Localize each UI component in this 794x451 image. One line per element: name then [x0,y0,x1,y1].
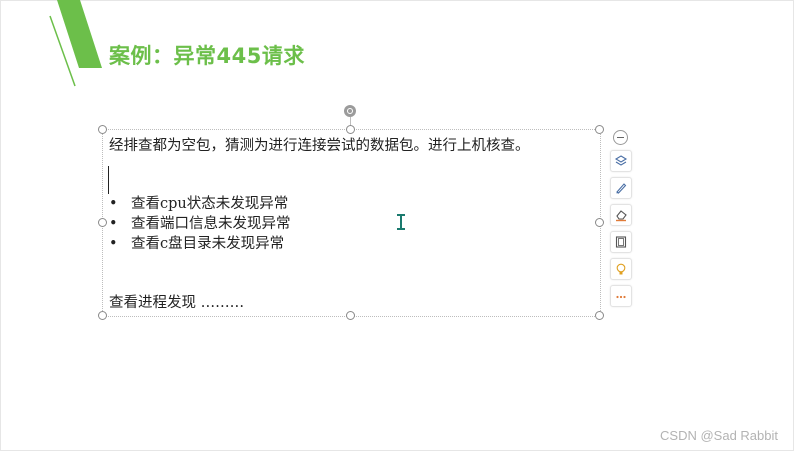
bullet-text: 查看端口信息未发现异常 [131,216,291,232]
layers-icon [614,155,628,166]
bullet-text: 查看c盘目录未发现异常 [131,236,285,252]
slide-canvas: 案例：异常445请求 经排查都为空包，猜测为进行连接尝试的数据包。进行上机核查。… [0,0,794,451]
frame-icon [615,236,627,248]
textbox-paragraph-1[interactable]: 经排查都为空包，猜测为进行连接尝试的数据包。进行上机核查。 [109,134,530,155]
bullet-item[interactable]: • 查看cpu状态未发现异常 [109,192,288,213]
eraser-icon [616,210,627,222]
pen-button[interactable] [610,177,632,199]
frame-button[interactable] [610,231,632,253]
slide-title: 案例：异常445请求 [109,44,305,68]
resize-handle-bottom-right[interactable] [595,311,604,320]
title-decoration [49,0,102,87]
text-caret [108,166,109,194]
more-button[interactable] [610,285,632,307]
bullet-symbol: • [109,196,118,212]
bullet-symbol: • [109,216,118,232]
watermark: CSDN @Sad Rabbit [660,428,778,443]
resize-handle-top-left[interactable] [98,125,107,134]
bullet-item[interactable]: • 查看c盘目录未发现异常 [109,232,284,253]
layers-button[interactable] [610,150,632,172]
bullet-item[interactable]: • 查看端口信息未发现异常 [109,212,291,233]
more-icon [616,295,626,299]
resize-handle-bottom-left[interactable] [98,311,107,320]
rotate-handle[interactable] [344,105,356,117]
bullet-symbol: • [109,236,118,252]
bullet-text: 查看cpu状态未发现异常 [131,196,289,212]
textbox-paragraph-2[interactable]: 查看进程发现 ……… [109,291,244,312]
resize-handle-top-right[interactable] [595,125,604,134]
resize-handle-bottom[interactable] [346,311,355,320]
lightbulb-icon [616,263,626,275]
collapse-toolbar-icon[interactable] [613,130,628,145]
pen-icon [616,183,627,194]
resize-handle-top[interactable] [346,125,355,134]
ibeam-cursor-icon [397,214,405,230]
eraser-button[interactable] [610,204,632,226]
resize-handle-right[interactable] [595,218,604,227]
lightbulb-button[interactable] [610,258,632,280]
resize-handle-left[interactable] [98,218,107,227]
